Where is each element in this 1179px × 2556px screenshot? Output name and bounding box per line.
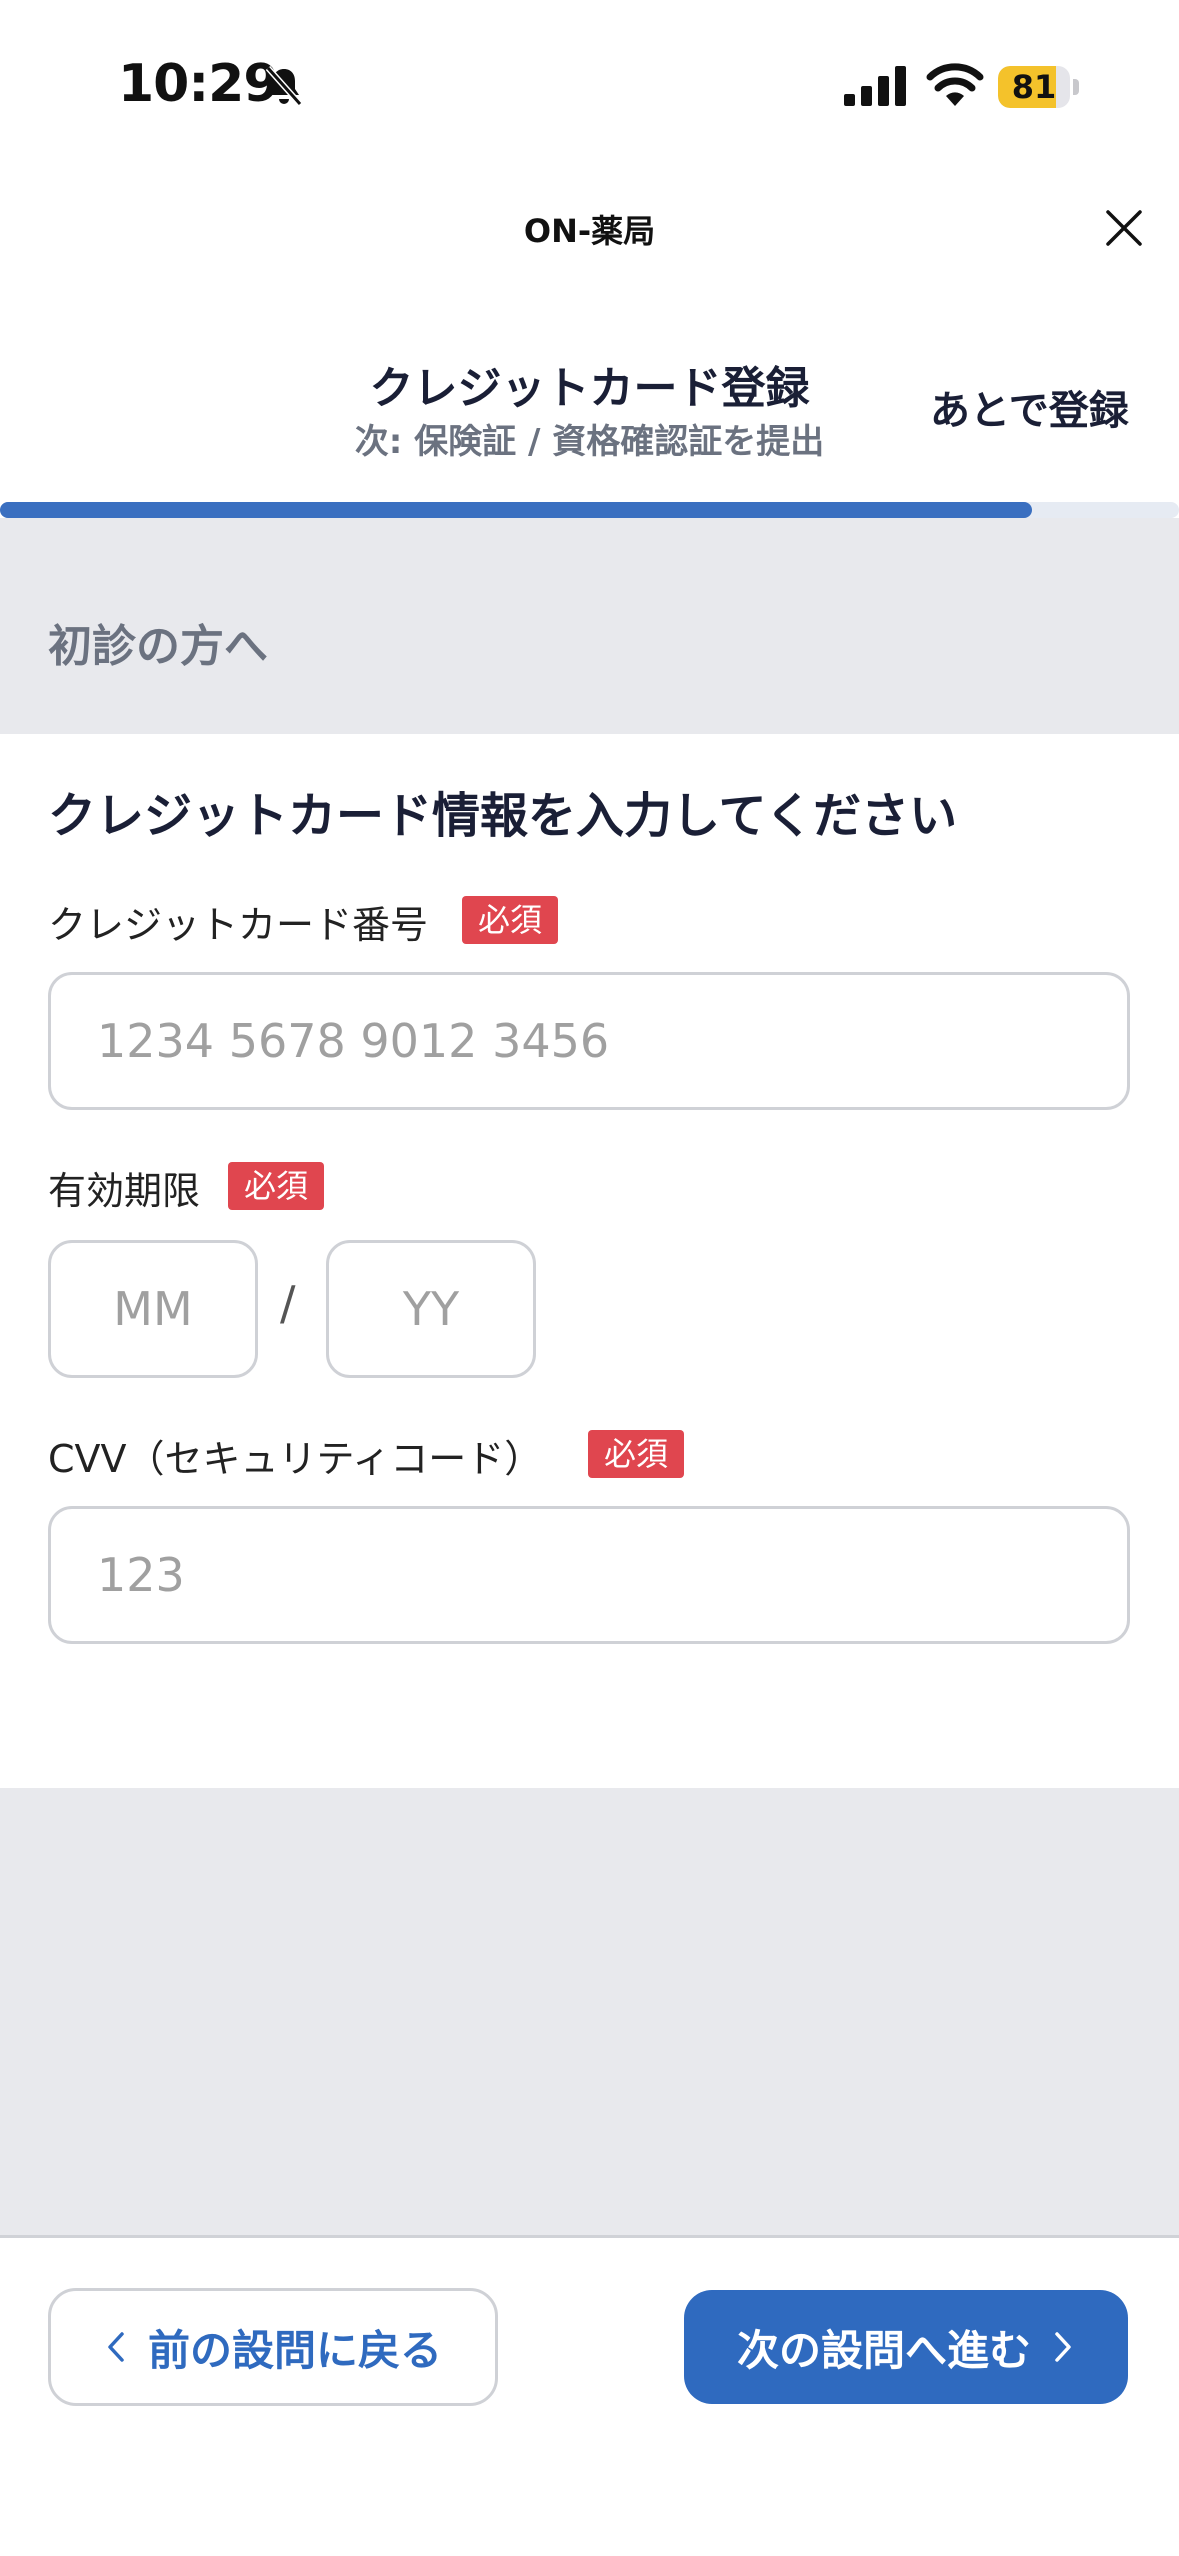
- expiry-month-input[interactable]: [48, 1240, 258, 1378]
- cvv-input[interactable]: [48, 1506, 1130, 1644]
- app-title: ON-薬局: [523, 212, 656, 250]
- cellular-signal-icon: [844, 66, 906, 106]
- required-badge: 必須: [228, 1162, 325, 1210]
- battery-level-text: 81: [1011, 68, 1057, 106]
- chevron-right-icon: [1055, 2332, 1071, 2362]
- wifi-icon: [926, 63, 984, 106]
- required-badge: 必須: [462, 896, 559, 944]
- status-time: 10:29: [118, 54, 280, 114]
- silent-bell-icon: [265, 66, 303, 106]
- progress-bar: [0, 502, 1179, 518]
- next-button[interactable]: 次の設問へ進む: [684, 2290, 1128, 2404]
- card-number-input[interactable]: [48, 972, 1130, 1110]
- expiry-year-input[interactable]: [326, 1240, 536, 1378]
- back-button[interactable]: 前の設問に戻る: [48, 2288, 498, 2406]
- cvv-label: CVV（セキュリティコード）: [48, 1437, 543, 1481]
- register-later-button[interactable]: あとで登録: [930, 378, 1129, 436]
- content-spacer: [0, 1788, 1179, 2238]
- next-button-label: 次の設問へ進む: [736, 2325, 1031, 2375]
- chevron-left-icon: [108, 2332, 124, 2362]
- battery-indicator: 81: [998, 66, 1080, 108]
- card-number-label: クレジットカード番号: [48, 903, 429, 947]
- required-badge: 必須: [588, 1430, 685, 1478]
- section-label: 初診の方へ: [48, 621, 268, 672]
- progress-bar-fill: [0, 502, 1032, 518]
- expiry-label: 有効期限: [48, 1169, 201, 1213]
- close-icon[interactable]: [1104, 208, 1144, 248]
- expiry-separator: /: [280, 1276, 296, 1330]
- form-title: クレジットカード情報を入力してください: [48, 788, 958, 844]
- back-button-label: 前の設問に戻る: [147, 2325, 442, 2375]
